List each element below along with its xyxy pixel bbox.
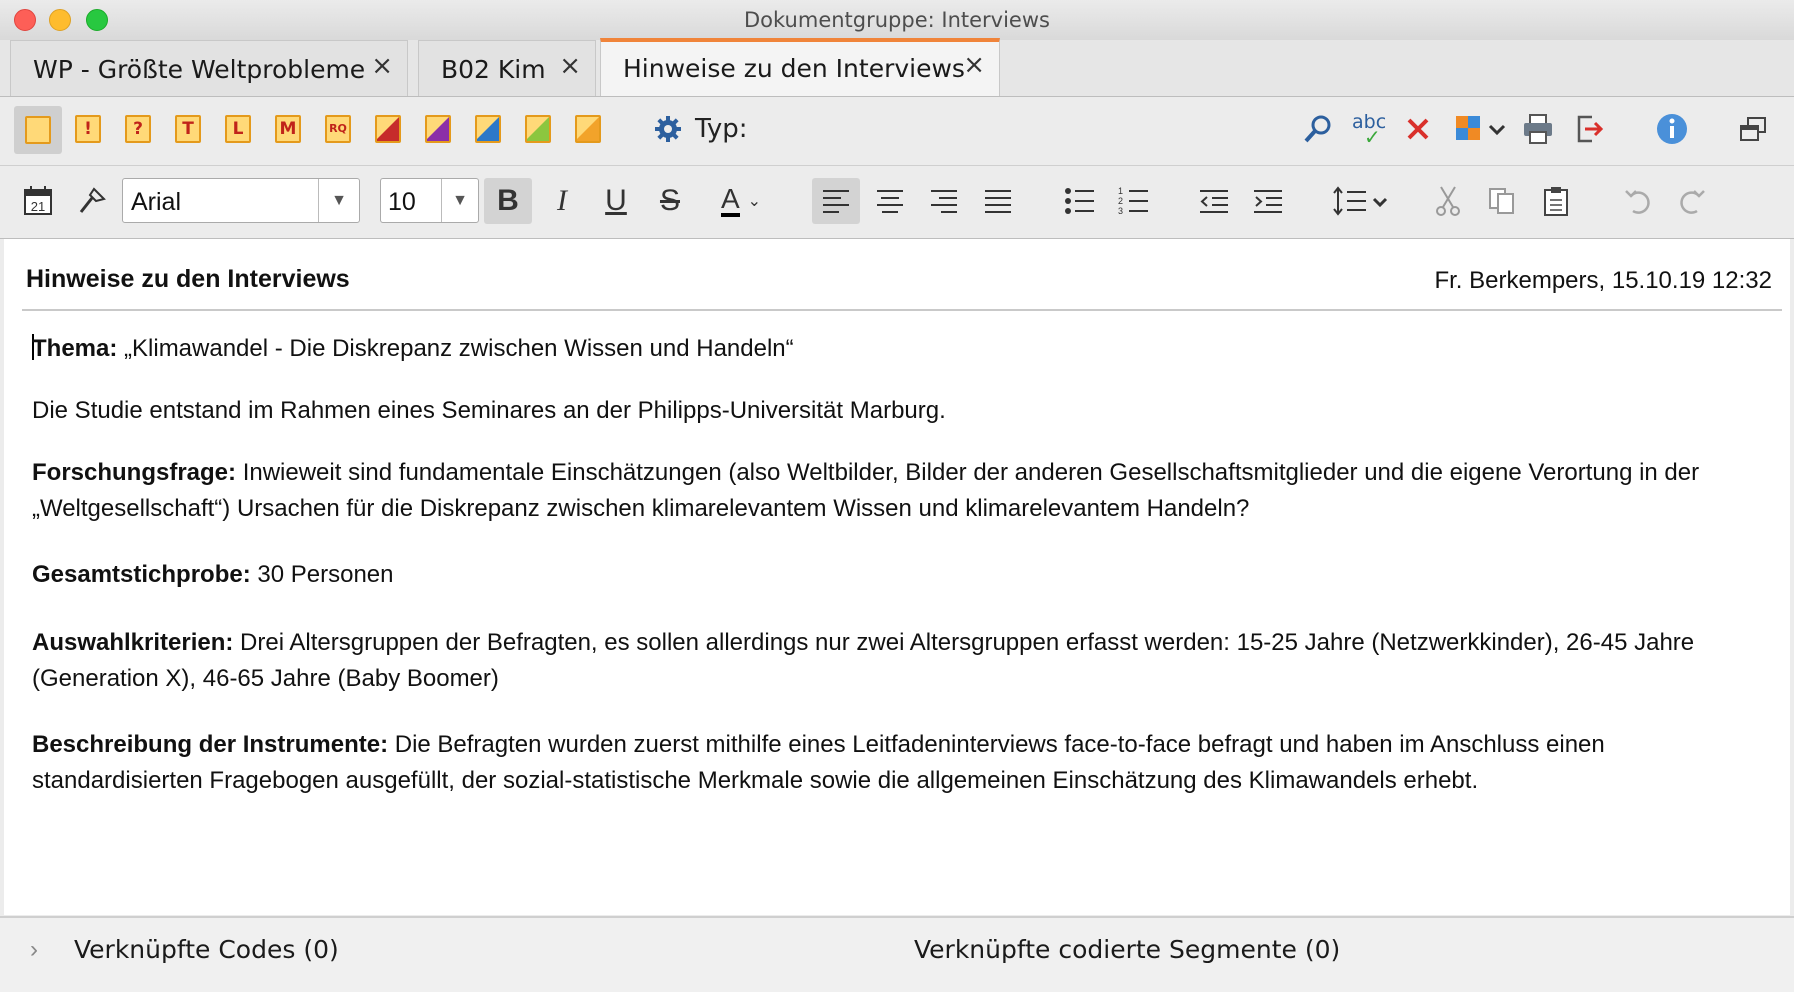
tab-bar: WP - Größte Weltprobleme × B02 Kim × Hin… [0, 38, 1794, 97]
svg-text:2: 2 [1118, 196, 1123, 206]
paragraph-instrumente: Beschreibung der Instrumente: Die Befrag… [32, 731, 1605, 794]
cut-icon[interactable] [1424, 178, 1472, 224]
tab-label: WP - Größte Weltprobleme [33, 55, 366, 84]
title-bar: Dokumentgruppe: Interviews [0, 0, 1794, 41]
font-family-select[interactable]: Arial ▼ [122, 178, 360, 223]
redo-icon[interactable] [1668, 178, 1716, 224]
memo-author-date: Fr. Berkempers, 15.10.19 12:32 [1434, 267, 1772, 294]
memo-green-corner-icon[interactable] [520, 111, 556, 147]
font-family-value: Arial [131, 188, 182, 216]
copy-icon[interactable] [1478, 178, 1526, 224]
export-icon[interactable] [1572, 111, 1608, 147]
tab-close-icon[interactable]: × [559, 51, 581, 81]
text-color-button[interactable]: A ⌄ [706, 178, 776, 224]
memo-t-icon[interactable]: T [170, 111, 206, 147]
undock-window-icon[interactable] [1735, 111, 1771, 147]
memo-window: Dokumentgruppe: Interviews WP - Größte W… [0, 0, 1794, 992]
info-icon[interactable] [1654, 111, 1690, 147]
chevron-down-icon[interactable]: ▼ [441, 179, 478, 222]
memo-toolbar: ! ? T L M RQ abc ✓ [0, 97, 1794, 166]
paragraph-studie: Die Studie entstand im Rahmen eines Semi… [32, 397, 946, 424]
memo-body[interactable]: Thema: „Klimawandel - Die Diskrepanz zwi… [32, 331, 1772, 825]
paragraph-thema: Thema: „Klimawandel - Die Diskrepanz zwi… [32, 334, 794, 362]
undo-icon[interactable] [1614, 178, 1662, 224]
underline-button[interactable]: U [592, 178, 640, 224]
code-link-icon[interactable] [1452, 111, 1508, 147]
spellcheck-icon[interactable]: abc ✓ [1350, 111, 1390, 149]
increase-indent-icon[interactable] [1244, 178, 1292, 224]
tab-hinweise[interactable]: Hinweise zu den Interviews × [600, 38, 1000, 96]
memo-orange-corner-icon[interactable] [570, 111, 606, 147]
line-spacing-icon[interactable] [1330, 178, 1394, 224]
format-painter-icon[interactable] [68, 178, 116, 224]
memo-rq-icon[interactable]: RQ [320, 111, 356, 147]
window-title: Dokumentgruppe: Interviews [744, 8, 1050, 32]
tab-wp-weltprobleme[interactable]: WP - Größte Weltprobleme × [10, 40, 408, 96]
chevron-down-icon: ⌄ [747, 193, 762, 210]
strikethrough-button[interactable]: S [646, 178, 694, 224]
decrease-indent-icon[interactable] [1190, 178, 1238, 224]
search-icon[interactable] [1300, 111, 1336, 147]
svg-text:3: 3 [1118, 206, 1123, 216]
memo-blank-icon[interactable] [14, 106, 62, 154]
tab-label: B02 Kim [441, 55, 546, 84]
chevron-down-icon[interactable]: ▼ [318, 179, 359, 222]
memo-title: Hinweise zu den Interviews [26, 265, 350, 293]
memo-l-icon[interactable]: L [220, 111, 256, 147]
font-size-value: 10 [388, 188, 416, 216]
tab-close-icon[interactable]: × [371, 51, 393, 81]
linked-codes-toggle[interactable]: Verknüpfte Codes (0) [74, 935, 339, 964]
numbered-list-icon[interactable]: 123 [1110, 178, 1158, 224]
delete-icon[interactable] [1400, 111, 1436, 147]
paragraph-forschungsfrage: Forschungsfrage: Inwieweit sind fundamen… [32, 459, 1700, 522]
justify-icon[interactable] [974, 178, 1022, 224]
insert-date-icon[interactable]: 21 [14, 178, 62, 224]
title-divider [22, 309, 1782, 311]
paste-icon[interactable] [1532, 178, 1580, 224]
svg-text:1: 1 [1118, 186, 1123, 196]
paragraph-gesamtstichprobe: Gesamtstichprobe: 30 Personen [32, 561, 394, 588]
align-right-icon[interactable] [920, 178, 968, 224]
memo-type-label: Typ: [695, 114, 748, 144]
paragraph-auswahlkriterien: Auswahlkriterien: Drei Altersgruppen der… [32, 629, 1695, 692]
linked-segments-label[interactable]: Verknüpfte codierte Segmente (0) [914, 935, 1340, 964]
bold-button[interactable]: B [484, 178, 532, 224]
memo-exclamation-icon[interactable]: ! [70, 111, 106, 147]
tab-b02-kim[interactable]: B02 Kim × [418, 40, 596, 96]
print-icon[interactable] [1520, 111, 1556, 147]
font-size-select[interactable]: 10 ▼ [380, 178, 479, 223]
chevron-right-icon[interactable]: › [30, 936, 38, 964]
memo-m-icon[interactable]: M [270, 111, 306, 147]
memo-red-corner-icon[interactable] [370, 111, 406, 147]
linked-items-bar: › Verknüpfte Codes (0) Verknüpfte codier… [0, 916, 1794, 992]
memo-editor[interactable]: Hinweise zu den Interviews Fr. Berkemper… [4, 239, 1790, 915]
align-left-icon[interactable] [812, 178, 860, 224]
align-center-icon[interactable] [866, 178, 914, 224]
gear-icon[interactable] [650, 111, 686, 147]
memo-purple-corner-icon[interactable] [420, 111, 456, 147]
tab-label: Hinweise zu den Interviews [623, 54, 965, 83]
memo-question-icon[interactable]: ? [120, 111, 156, 147]
svg-text:21: 21 [31, 199, 45, 214]
tab-close-icon[interactable]: × [963, 50, 985, 80]
memo-blue-corner-icon[interactable] [470, 111, 506, 147]
bullet-list-icon[interactable] [1056, 178, 1104, 224]
italic-button[interactable]: I [538, 178, 586, 224]
